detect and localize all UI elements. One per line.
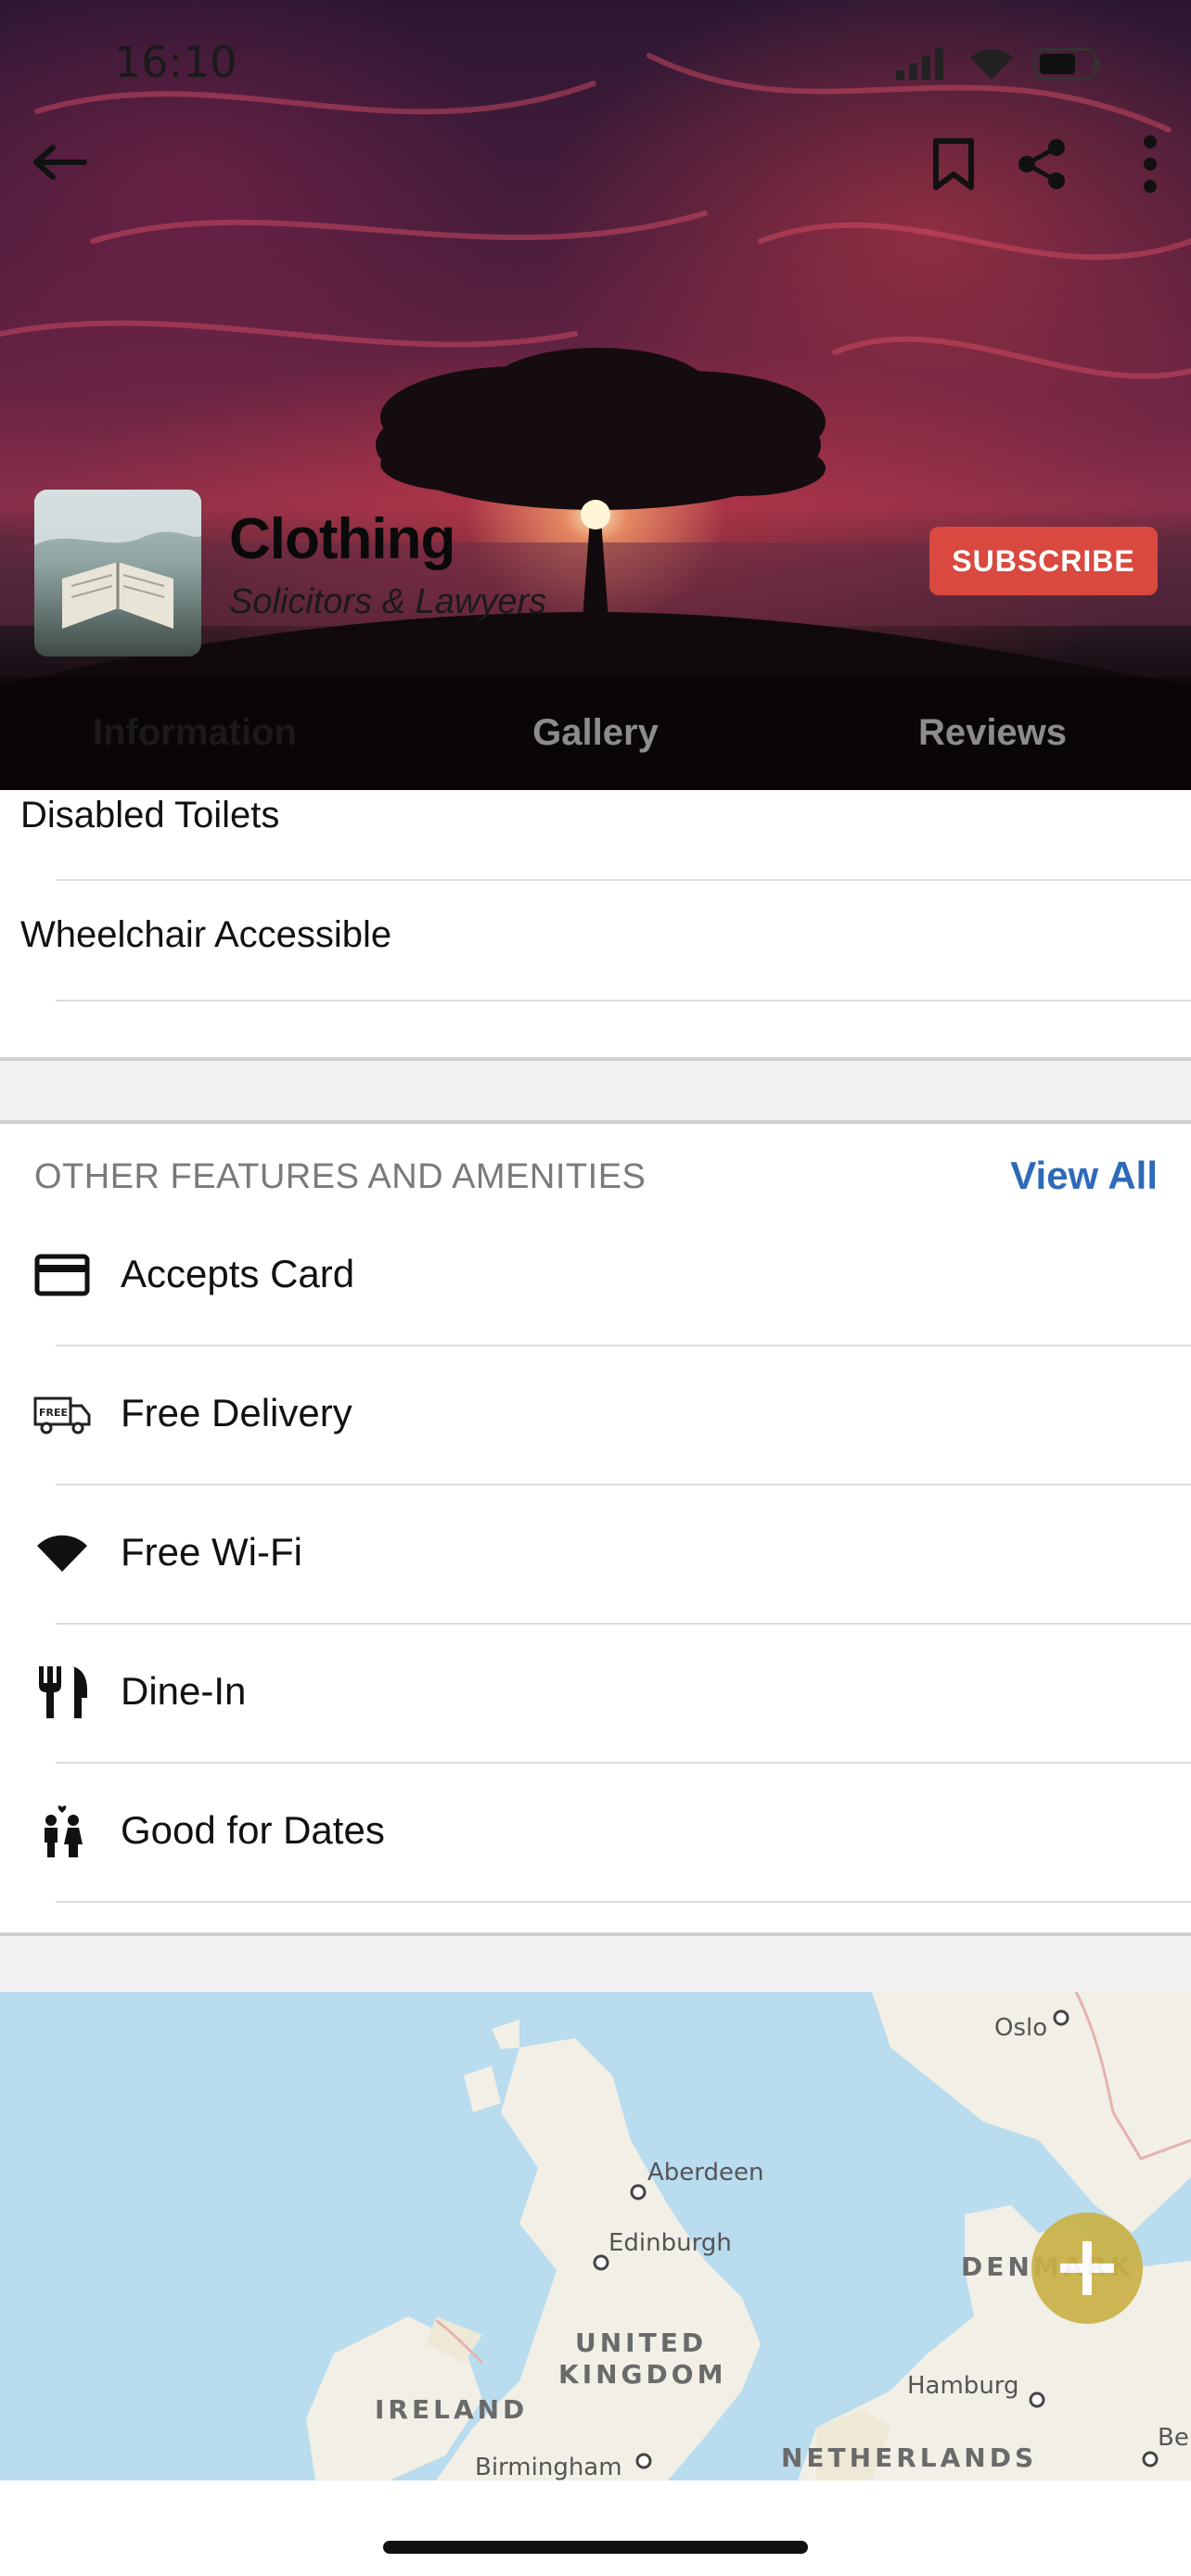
sunset-tree-image [0, 53, 1191, 790]
home-indicator [383, 2541, 808, 2554]
cutlery-icon [30, 1660, 95, 1725]
business-logo [34, 490, 201, 657]
wifi-status-icon [970, 49, 1013, 80]
feature-row-accepts-card: Accepts Card [0, 1205, 1191, 1345]
feature-label: Free Delivery [121, 1391, 352, 1435]
list-item-disabled-toilets: Disabled Toilets [20, 795, 280, 835]
feature-label: Accepts Card [121, 1252, 355, 1295]
arrow-left-icon [33, 145, 87, 180]
signal-icon [896, 48, 943, 80]
divider [56, 879, 1191, 881]
tab-reviews[interactable]: Reviews [853, 695, 1132, 770]
map-city-markers [593, 2009, 1159, 2469]
section-title-features: OTHER FEATURES AND AMENITIES [34, 1157, 647, 1196]
feature-row-free-wifi: Free Wi-Fi [0, 1484, 1191, 1623]
section-separator [0, 1057, 1191, 1124]
divider [56, 1000, 1191, 1001]
tab-information[interactable]: Information [56, 695, 334, 770]
section-separator [0, 1932, 1191, 1996]
svg-text:FREE: FREE [39, 1407, 68, 1419]
divider [56, 1901, 1191, 1903]
open-book-image [34, 490, 201, 629]
credit-card-icon [30, 1243, 95, 1307]
status-icons [894, 46, 1102, 82]
feature-label: Dine-In [121, 1669, 247, 1713]
status-time: 16:10 [114, 37, 237, 87]
tab-bar: Information Gallery Reviews [0, 695, 1191, 770]
couple-icon [30, 1799, 95, 1864]
bookmark-icon [933, 138, 974, 190]
feature-label: Free Wi-Fi [121, 1530, 302, 1574]
subscribe-button[interactable]: SUBSCRIBE [929, 527, 1158, 595]
map-expand-button[interactable] [1031, 2213, 1143, 2324]
feature-row-dine-in: Dine-In [0, 1623, 1191, 1762]
wifi-icon [30, 1521, 95, 1586]
more-options-button[interactable] [1127, 132, 1173, 197]
plus-icon [1060, 2241, 1114, 2295]
battery-icon [1033, 47, 1100, 81]
back-button[interactable] [28, 130, 93, 195]
feature-row-good-for-dates: Good for Dates [0, 1762, 1191, 1901]
tab-gallery[interactable]: Gallery [456, 695, 735, 770]
list-item-wheelchair-accessible: Wheelchair Accessible [20, 914, 392, 955]
header-hero-image: 16:10 Clothing Solicitors & Lawyers SUBS… [0, 0, 1191, 790]
bookmark-button[interactable] [926, 132, 981, 197]
delivery-truck-icon: FREE [30, 1382, 95, 1447]
feature-row-free-delivery: FREE Free Delivery [0, 1345, 1191, 1484]
view-all-link[interactable]: View All [1010, 1154, 1158, 1198]
share-button[interactable] [1011, 132, 1072, 197]
business-name: Clothing [229, 507, 455, 571]
more-vertical-icon [1144, 135, 1157, 193]
feature-label: Good for Dates [121, 1808, 385, 1852]
location-map[interactable]: Oslo Aberdeen Edinburgh Hamburg Birmingh… [0, 1992, 1191, 2480]
share-icon [1018, 139, 1065, 189]
business-category: Solicitors & Lawyers [229, 582, 547, 621]
